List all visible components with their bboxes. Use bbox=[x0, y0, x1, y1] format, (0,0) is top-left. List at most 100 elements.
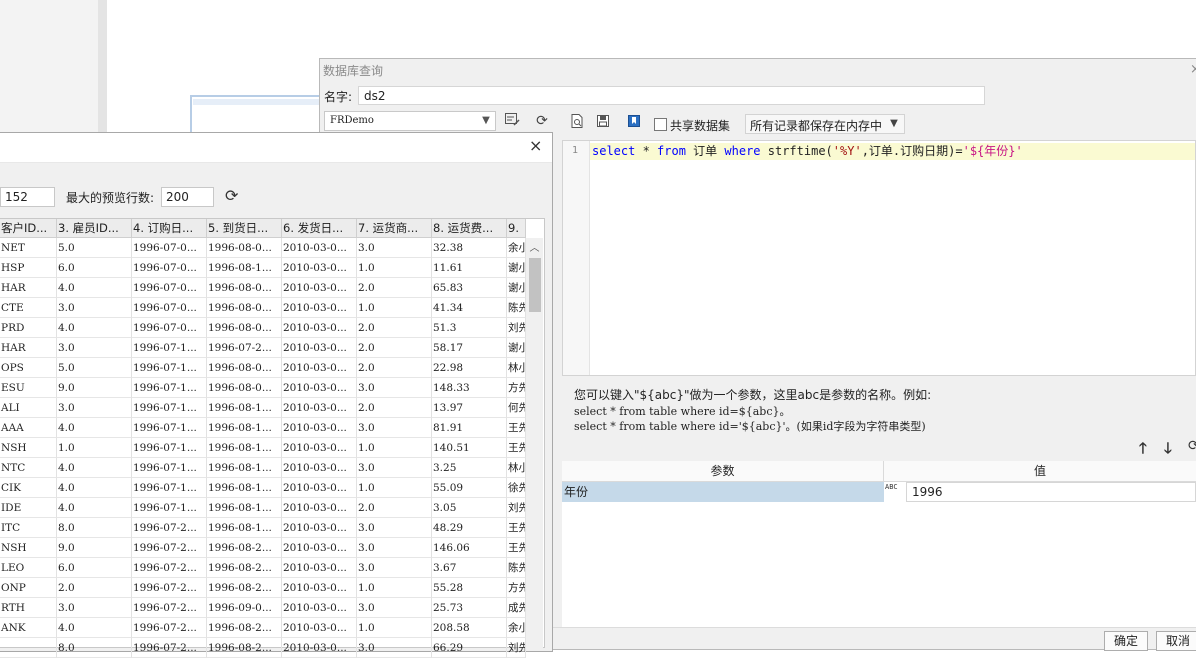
scrollbar-thumb[interactable] bbox=[529, 258, 541, 312]
refresh-params-icon[interactable]: ⟳ bbox=[1188, 438, 1196, 454]
table-cell: 65.83 bbox=[432, 278, 507, 298]
table-cell: NET bbox=[0, 238, 57, 258]
line-number: 1 bbox=[572, 145, 579, 156]
column-header[interactable]: 3. 雇员ID... bbox=[57, 219, 132, 238]
table-cell: 2010-03-0... bbox=[282, 498, 357, 518]
table-cell: 5.0 bbox=[57, 238, 132, 258]
column-header[interactable]: 5. 到货日... bbox=[207, 219, 282, 238]
column-header[interactable]: 7. 运货商... bbox=[357, 219, 432, 238]
preview-icon[interactable] bbox=[566, 113, 588, 135]
sql-text[interactable]: select * from 订单 where strftime('%Y',订单.… bbox=[592, 143, 1023, 160]
table-cell: 3.0 bbox=[357, 638, 432, 658]
table-cell: 1996-09-0... bbox=[207, 598, 282, 618]
sql-parameter: '${年份}' bbox=[962, 144, 1023, 158]
value-column-header: 值 bbox=[884, 461, 1196, 482]
table-cell: 32.38 bbox=[432, 238, 507, 258]
table-cell: 1996-07-0... bbox=[132, 298, 207, 318]
table-cell: 2010-03-0... bbox=[282, 378, 357, 398]
table-cell: 1996-07-2... bbox=[132, 638, 207, 658]
param-name-cell[interactable]: 年份 bbox=[562, 482, 884, 502]
chevron-down-icon[interactable]: ▼ bbox=[478, 112, 494, 129]
save-icon[interactable] bbox=[592, 113, 614, 135]
table-cell: 1996-08-2... bbox=[207, 558, 282, 578]
table-cell: 2010-03-0... bbox=[282, 238, 357, 258]
table-cell: PRD bbox=[0, 318, 57, 338]
table-cell: 刘先 bbox=[507, 498, 526, 518]
close-icon[interactable]: × bbox=[529, 136, 542, 155]
table-cell: CIK bbox=[0, 478, 57, 498]
table-cell: 谢小 bbox=[507, 258, 526, 278]
table-cell: 8.0 bbox=[57, 518, 132, 538]
share-dataset-checkbox[interactable] bbox=[654, 118, 667, 131]
column-header[interactable]: 8. 运货费... bbox=[432, 219, 507, 238]
cancel-button[interactable]: 取消 bbox=[1156, 631, 1196, 651]
sql-keyword: where bbox=[724, 144, 761, 158]
table-cell: 1996-08-2... bbox=[207, 638, 282, 658]
table-cell: 3.25 bbox=[432, 458, 507, 478]
max-rows-input[interactable]: 200 bbox=[161, 187, 214, 207]
table-cell: 林小 bbox=[507, 458, 526, 478]
cache-mode-select[interactable]: 所有记录都保存在内存中 bbox=[745, 114, 905, 134]
name-input[interactable]: ds2 bbox=[358, 86, 985, 105]
refresh-icon[interactable]: ⟳ bbox=[225, 186, 238, 205]
dialog-close-button[interactable]: × bbox=[1190, 62, 1196, 77]
table-cell: 4.0 bbox=[57, 458, 132, 478]
table-cell: 3.0 bbox=[57, 398, 132, 418]
sql-editor[interactable] bbox=[562, 140, 1196, 376]
table-cell: 148.33 bbox=[432, 378, 507, 398]
table-cell: 1996-07-0... bbox=[132, 318, 207, 338]
table-cell: 1.0 bbox=[357, 618, 432, 638]
name-label: 名字: bbox=[324, 90, 353, 104]
table-cell: 5.0 bbox=[57, 358, 132, 378]
connection-select[interactable]: FRDemo bbox=[324, 111, 496, 131]
table-cell: 4.0 bbox=[57, 418, 132, 438]
table-cell: LEO bbox=[0, 558, 57, 578]
string-type-icon[interactable]: ABC bbox=[885, 483, 905, 501]
table-cell: 2010-03-0... bbox=[282, 318, 357, 338]
column-header[interactable]: 客户ID... bbox=[0, 219, 57, 238]
table-cell: 1996-08-0... bbox=[207, 278, 282, 298]
table-cell: 刘先 bbox=[507, 318, 526, 338]
table-cell: 1.0 bbox=[357, 258, 432, 278]
sql-keyword: select bbox=[592, 144, 636, 158]
move-up-icon[interactable]: 🡑 bbox=[1139, 438, 1147, 463]
table-cell: 3.0 bbox=[57, 298, 132, 318]
table-cell: NTC bbox=[0, 458, 57, 478]
table-cell: 1996-07-2... bbox=[207, 338, 282, 358]
table-cell: 1.0 bbox=[357, 478, 432, 498]
table-cell: 2010-03-0... bbox=[282, 618, 357, 638]
table-cell: 6.0 bbox=[57, 558, 132, 578]
hint-example: select * from table where id=${abc}。 bbox=[574, 405, 791, 418]
refresh-icon[interactable]: ⟳ bbox=[531, 111, 553, 133]
table-cell: 2.0 bbox=[357, 278, 432, 298]
table-cell: 3.0 bbox=[57, 338, 132, 358]
column-header[interactable]: 6. 发货日... bbox=[282, 219, 357, 238]
table-cell: 3.0 bbox=[357, 378, 432, 398]
table-cell: 成先 bbox=[507, 598, 526, 618]
table-cell bbox=[0, 638, 57, 658]
move-down-icon[interactable]: 🡓 bbox=[1164, 438, 1172, 463]
table-cell: 2010-03-0... bbox=[282, 638, 357, 658]
table-cell: 1996-07-2... bbox=[132, 538, 207, 558]
chevron-down-icon[interactable]: ▼ bbox=[886, 116, 902, 132]
sql-token: 订单 bbox=[685, 144, 725, 158]
hint-text: 您可以键入"${abc}"做为一个参数，这里abc是参数的名称。例如: bbox=[574, 388, 932, 402]
connection-edit-icon[interactable] bbox=[501, 111, 523, 133]
table-cell: 1996-08-1... bbox=[207, 478, 282, 498]
table-cell: 11.61 bbox=[432, 258, 507, 278]
table-cell: 1996-08-0... bbox=[207, 378, 282, 398]
table-cell: 何先 bbox=[507, 398, 526, 418]
table-cell: 4.0 bbox=[57, 278, 132, 298]
table-cell: 3.0 bbox=[357, 418, 432, 438]
total-rows-field: 152 bbox=[0, 187, 55, 207]
bookmark-icon[interactable] bbox=[623, 113, 645, 135]
ok-button[interactable]: 确定 bbox=[1104, 631, 1148, 651]
column-header[interactable]: 4. 订购日... bbox=[132, 219, 207, 238]
table-cell: 王先 bbox=[507, 438, 526, 458]
column-header[interactable]: 9. bbox=[507, 219, 526, 238]
param-value-input[interactable]: 1996 bbox=[906, 482, 1196, 502]
table-cell: 1.0 bbox=[57, 438, 132, 458]
scroll-up-icon[interactable]: ︿ bbox=[527, 239, 542, 255]
param-column-header: 参数 bbox=[562, 461, 884, 482]
table-cell: 1996-07-2... bbox=[132, 598, 207, 618]
